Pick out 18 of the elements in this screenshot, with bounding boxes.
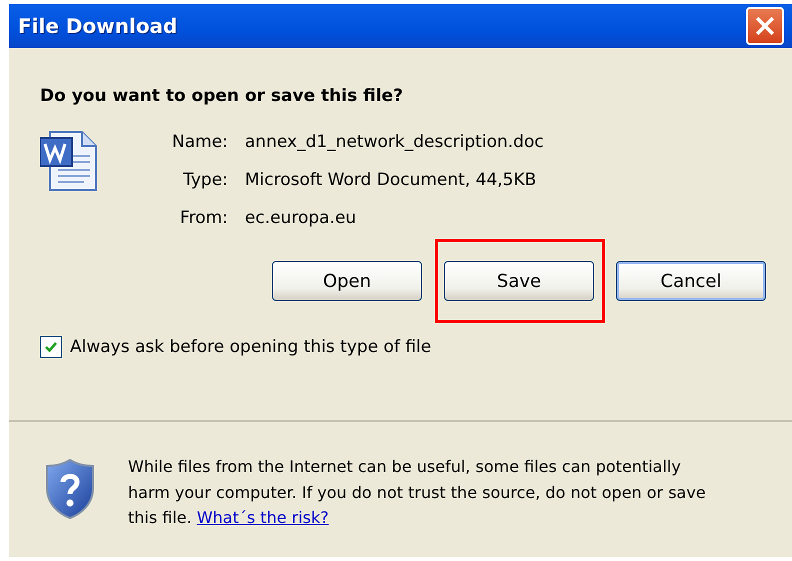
risk-link[interactable]: What´s the risk? bbox=[196, 508, 329, 527]
checkbox[interactable] bbox=[40, 336, 62, 358]
dialog-button[interactable]: Cancel bbox=[616, 261, 766, 301]
close-button[interactable] bbox=[746, 7, 784, 45]
close-icon bbox=[754, 15, 776, 37]
field-value: ec.europa.eu bbox=[244, 207, 358, 230]
warning-text: While files from the Internet can be useful, some files can potentially harm your computer. If you do not trust the source, do not open or save this file. What´s the risk? bbox=[128, 456, 707, 529]
field-label: From: bbox=[180, 207, 228, 230]
question-text: Do you want to open or save this file? bbox=[40, 86, 404, 108]
field-label: Name: bbox=[172, 131, 228, 154]
checkbox-label[interactable]: Always ask before opening this type of file bbox=[70, 337, 432, 357]
field-value: Microsoft Word Document, 44,5KB bbox=[244, 169, 538, 192]
window-title: File Download bbox=[18, 14, 178, 38]
field-label: Type: bbox=[183, 169, 228, 192]
field-value: annex_d1_network_description.doc bbox=[244, 131, 544, 154]
shield-icon bbox=[45, 458, 95, 520]
dialog-button[interactable]: Open bbox=[272, 261, 422, 301]
dialog-button[interactable]: Save bbox=[444, 261, 594, 301]
